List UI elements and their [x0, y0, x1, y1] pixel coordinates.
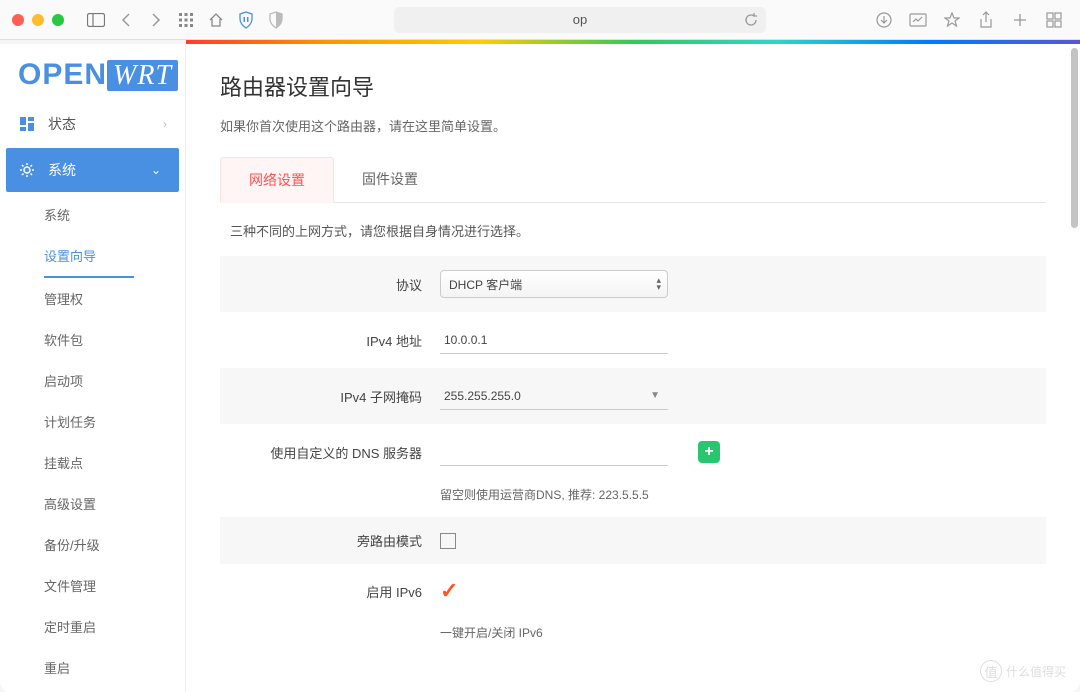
grid-icon[interactable]	[176, 10, 196, 30]
sidebar-sub-files[interactable]: 文件管理	[0, 565, 185, 606]
window-controls	[12, 14, 64, 26]
row-bypass: 旁路由模式	[220, 517, 1046, 564]
sidebar: OPENWRT 状态 › 系统 ⌄ 系统 设置向导 管理权 软件包 启动项 计划…	[0, 44, 186, 692]
label-protocol: 协议	[230, 275, 440, 294]
download-icon[interactable]	[874, 10, 894, 30]
caret-down-icon: ▼	[650, 390, 660, 401]
share-icon[interactable]	[976, 10, 996, 30]
shield-pause-icon[interactable]	[236, 10, 256, 30]
sidebar-sub-mount[interactable]: 挂载点	[0, 442, 185, 483]
sidebar-sub-admin[interactable]: 管理权	[0, 278, 185, 319]
star-icon[interactable]	[942, 10, 962, 30]
home-icon[interactable]	[206, 10, 226, 30]
logo-open: OPEN	[18, 58, 107, 91]
plus-icon[interactable]	[1010, 10, 1030, 30]
watermark: 值 什么值得买	[980, 660, 1066, 682]
gear-icon	[18, 161, 36, 179]
label-ipv6: 启用 IPv6	[230, 582, 440, 601]
label-ipv4-addr: IPv4 地址	[230, 331, 440, 350]
sidebar-sub-scheduled[interactable]: 计划任务	[0, 401, 185, 442]
select-arrows-icon: ▴▾	[656, 277, 661, 291]
sidebar-sub-software[interactable]: 软件包	[0, 319, 185, 360]
sidebar-sub-system[interactable]: 系统	[0, 194, 185, 235]
dropdown-ipv4-mask[interactable]: 255.255.255.0 ▼	[440, 382, 668, 410]
chevron-right-icon: ›	[163, 117, 167, 131]
page-title: 路由器设置向导	[220, 70, 1046, 102]
input-dns[interactable]	[440, 438, 668, 466]
half-shield-icon[interactable]	[266, 10, 286, 30]
sidebar-label-system: 系统	[48, 160, 76, 180]
logo: OPENWRT	[0, 44, 185, 102]
tabs-icon[interactable]	[1044, 10, 1064, 30]
sidebar-item-status[interactable]: 状态 ›	[0, 102, 185, 146]
row-ipv6-hint: 一键开启/关闭 IPv6	[220, 618, 1046, 655]
page-description: 如果你首次使用这个路由器，请在这里简单设置。	[220, 116, 1046, 135]
forward-button[interactable]	[146, 10, 166, 30]
row-ipv4-addr: IPv4 地址	[220, 312, 1046, 368]
sidebar-item-system[interactable]: 系统 ⌄	[6, 148, 179, 192]
minimize-window-button[interactable]	[32, 14, 44, 26]
checkbox-bypass[interactable]	[440, 533, 456, 549]
sidebar-sub-scheduled-reboot[interactable]: 定时重启	[0, 606, 185, 647]
checkbox-ipv6-checked[interactable]: ✓	[440, 578, 458, 604]
select-protocol-value: DHCP 客户端	[449, 276, 522, 293]
watermark-badge-icon: 值	[980, 660, 1002, 682]
sidebar-label-status: 状态	[48, 114, 76, 134]
row-ipv4-mask: IPv4 子网掩码 255.255.255.0 ▼	[220, 368, 1046, 424]
label-bypass: 旁路由模式	[230, 531, 440, 550]
sidebar-sub-setup-wizard[interactable]: 设置向导	[44, 235, 134, 278]
input-ipv4-addr[interactable]	[440, 326, 668, 354]
hint-ipv6: 一键开启/关闭 IPv6	[440, 624, 543, 641]
refresh-icon[interactable]	[744, 13, 758, 27]
section-description: 三种不同的上网方式，请您根据自身情况进行选择。	[220, 221, 1046, 240]
sidebar-item-services[interactable]: 服务 ›	[0, 688, 185, 692]
logo-wrt: WRT	[107, 60, 178, 91]
url-bar[interactable]: op	[394, 7, 766, 33]
sidebar-toggle-icon[interactable]	[86, 10, 106, 30]
maximize-window-button[interactable]	[52, 14, 64, 26]
hint-dns: 留空则使用运营商DNS, 推荐: 223.5.5.5	[440, 486, 649, 503]
row-dns: 使用自定义的 DNS 服务器 +	[220, 424, 1046, 480]
dropdown-ipv4-mask-value: 255.255.255.0	[444, 389, 521, 403]
scrollbar[interactable]	[1071, 48, 1078, 228]
main-content: 路由器设置向导 如果你首次使用这个路由器，请在这里简单设置。 网络设置 固件设置…	[186, 44, 1080, 692]
dashboard-icon	[18, 115, 36, 133]
row-protocol: 协议 DHCP 客户端 ▴▾	[220, 256, 1046, 312]
add-dns-button[interactable]: +	[698, 441, 720, 463]
sidebar-sub-reboot[interactable]: 重启	[0, 647, 185, 688]
tab-network-settings[interactable]: 网络设置	[220, 157, 334, 203]
sidebar-sub-advanced[interactable]: 高级设置	[0, 483, 185, 524]
sidebar-sub-backup[interactable]: 备份/升级	[0, 524, 185, 565]
sidebar-sub-startup[interactable]: 启动项	[0, 360, 185, 401]
close-window-button[interactable]	[12, 14, 24, 26]
label-dns: 使用自定义的 DNS 服务器	[230, 443, 440, 462]
select-protocol[interactable]: DHCP 客户端 ▴▾	[440, 270, 668, 298]
url-text: op	[573, 12, 587, 27]
chevron-down-icon: ⌄	[151, 163, 161, 177]
watermark-text: 什么值得买	[1006, 663, 1066, 680]
annotate-icon[interactable]	[908, 10, 928, 30]
tabs: 网络设置 固件设置	[220, 157, 1046, 203]
browser-toolbar: op	[0, 0, 1080, 40]
tab-firmware-settings[interactable]: 固件设置	[334, 157, 446, 202]
label-ipv4-mask: IPv4 子网掩码	[230, 387, 440, 406]
row-dns-hint: 留空则使用运营商DNS, 推荐: 223.5.5.5	[220, 480, 1046, 517]
row-ipv6: 启用 IPv6 ✓	[220, 564, 1046, 618]
back-button[interactable]	[116, 10, 136, 30]
